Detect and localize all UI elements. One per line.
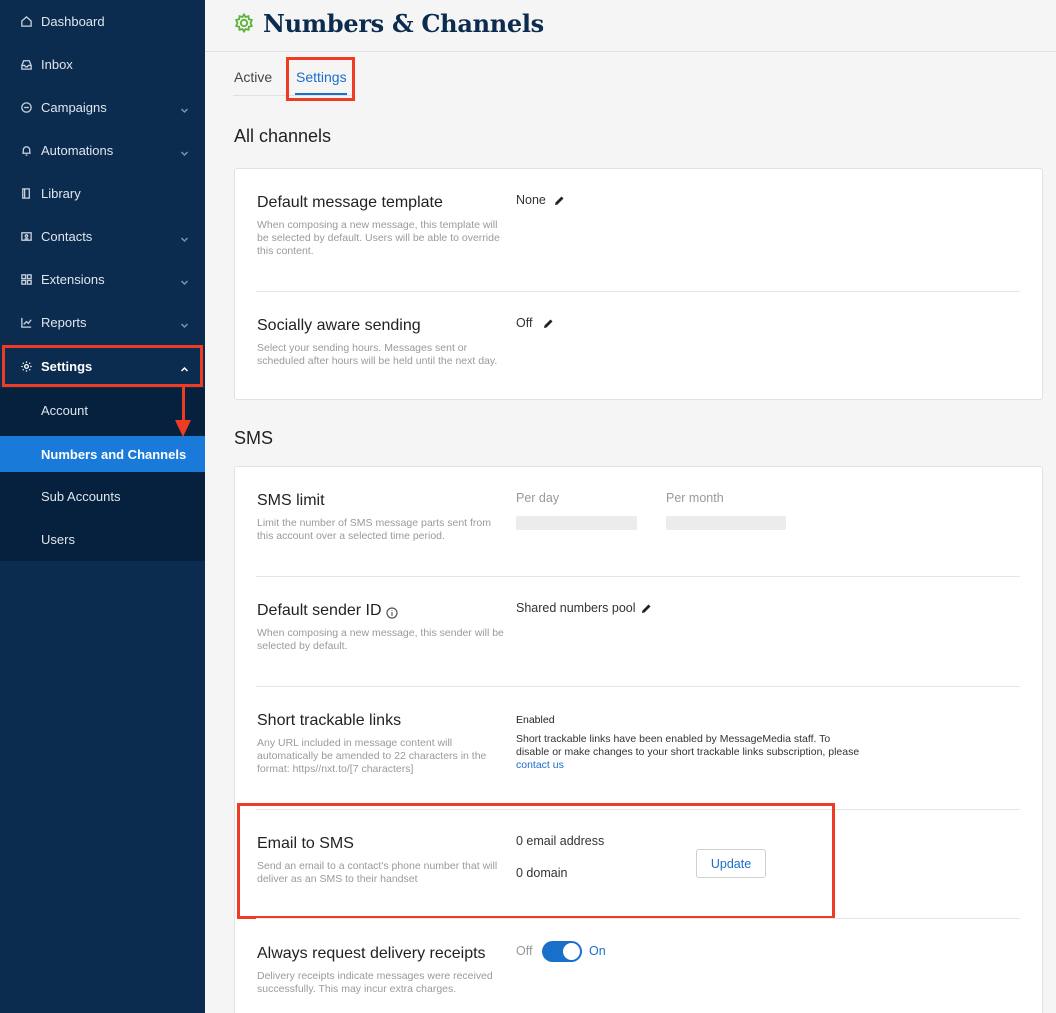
info-icon[interactable] (386, 606, 398, 619)
delivery-receipts-desc: Delivery receipts indicate messages were… (257, 970, 493, 995)
default-template-value: None (516, 193, 546, 207)
sidebar-item-label: Automations (41, 143, 114, 158)
chevron-down-icon (180, 103, 189, 114)
socially-aware-desc: Select your sending hours. Messages sent… (257, 342, 498, 367)
settings-highlight-box (2, 345, 203, 387)
sender-id-desc: When composing a new message, this sende… (257, 627, 504, 652)
sidebar-item-label: Inbox (41, 57, 73, 72)
sidebar-item-automations[interactable]: Automations (0, 129, 205, 172)
toggle-on-label: On (589, 944, 606, 958)
sidebar-item-label: Dashboard (41, 14, 105, 29)
default-template-desc: When composing a new message, this templ… (257, 219, 500, 257)
sidebar-item-library[interactable]: Library (0, 172, 205, 215)
section-title-all-channels: All channels (234, 126, 332, 146)
sms-limit-title: SMS limit (257, 492, 325, 509)
toggle-off-label: Off (516, 944, 533, 958)
section-title-sms: SMS (234, 428, 274, 448)
socially-aware-value: Off (516, 316, 533, 330)
sidebar-item-extensions[interactable]: Extensions (0, 258, 205, 301)
contact-us-link[interactable]: contact us (516, 759, 564, 771)
chevron-down-icon (180, 318, 189, 329)
sidebar-item-contacts[interactable]: Contacts (0, 215, 205, 258)
short-links-note-block: Short trackable links have been enabled … (516, 733, 866, 772)
sidebar-item-dashboard[interactable]: Dashboard (0, 0, 205, 43)
chevron-down-icon (180, 275, 189, 286)
chevron-down-icon (180, 146, 189, 157)
highlight-arrow-head (175, 420, 191, 437)
sidebar-subitem-sub-accounts[interactable]: Sub Accounts (0, 478, 205, 514)
divider (256, 291, 1020, 292)
sidebar-subitem-users[interactable]: Users (0, 521, 205, 557)
short-links-title: Short trackable links (257, 712, 402, 729)
sender-id-title: Default sender ID (257, 602, 382, 619)
short-links-status: Enabled (516, 714, 555, 726)
divider (256, 918, 1020, 919)
sidebar-item-reports[interactable]: Reports (0, 301, 205, 344)
sidebar-item-label: Contacts (41, 229, 93, 244)
sidebar-item-label: Campaigns (41, 100, 107, 115)
sidebar-item-campaigns[interactable]: Campaigns (0, 86, 205, 129)
home-icon (19, 15, 33, 29)
sidebar: Dashboard Inbox Campaigns Automations Li… (0, 0, 205, 1013)
per-month-bar (666, 516, 786, 530)
settings-subnav: Account Numbers and Channels Sub Account… (0, 388, 205, 561)
pencil-icon[interactable] (553, 194, 565, 206)
bell-icon (19, 144, 33, 158)
gear-icon (233, 12, 255, 34)
sidebar-item-inbox[interactable]: Inbox (0, 43, 205, 86)
delivery-receipts-title: Always request delivery receipts (257, 945, 486, 962)
per-day-bar (516, 516, 637, 530)
toggle-knob (563, 943, 580, 960)
delivery-receipts-toggle[interactable] (542, 941, 582, 962)
sender-id-value: Shared numbers pool (516, 601, 636, 615)
book-icon (19, 187, 33, 201)
default-template-title: Default message template (257, 194, 443, 211)
contact-card-icon (19, 230, 33, 244)
chat-icon (19, 101, 33, 115)
per-day-label: Per day (516, 491, 560, 505)
grid-icon (19, 273, 33, 287)
sidebar-item-label: Library (41, 186, 81, 201)
settings-tab-highlight-box (286, 57, 355, 101)
chevron-down-icon (180, 232, 189, 243)
inbox-icon (19, 58, 33, 72)
pencil-icon[interactable] (542, 317, 554, 329)
highlight-arrow-line (182, 387, 185, 421)
divider (256, 686, 1020, 687)
tab-active[interactable]: Active (234, 69, 272, 85)
pencil-icon[interactable] (640, 602, 652, 614)
page-title: Numbers & Channels (263, 9, 544, 38)
sms-limit-desc: Limit the number of SMS message parts se… (257, 517, 492, 542)
socially-aware-title: Socially aware sending (257, 317, 421, 334)
sidebar-item-label: Extensions (41, 272, 105, 287)
sidebar-item-label: Reports (41, 315, 87, 330)
sidebar-subitem-numbers-and-channels[interactable]: Numbers and Channels (0, 436, 205, 472)
short-links-desc: Any URL included in message content will… (257, 737, 487, 775)
divider (256, 576, 1020, 577)
short-links-note: Short trackable links have been enabled … (516, 733, 860, 758)
line-chart-icon (19, 316, 33, 330)
email-to-sms-highlight-box (237, 803, 835, 919)
per-month-label: Per month (666, 491, 724, 505)
